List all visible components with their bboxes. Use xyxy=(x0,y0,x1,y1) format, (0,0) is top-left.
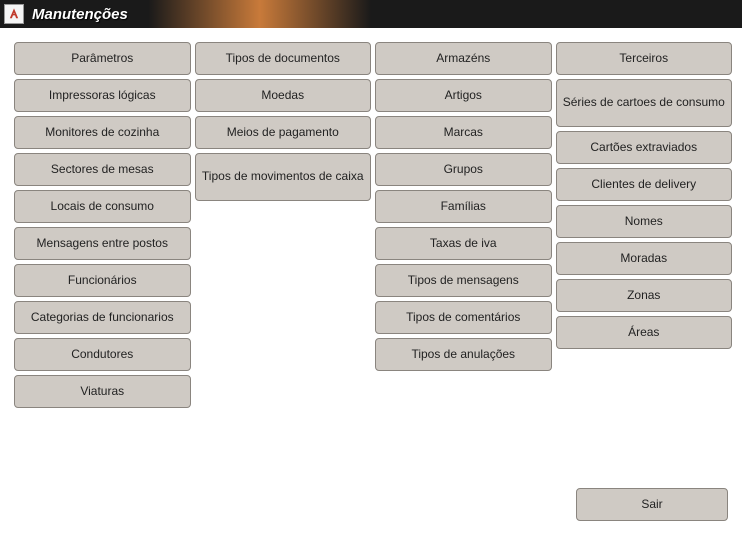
btn-familias[interactable]: Famílias xyxy=(375,190,552,223)
btn-parametros[interactable]: Parâmetros xyxy=(14,42,191,75)
btn-zonas[interactable]: Zonas xyxy=(556,279,733,312)
header-bar: Manutenções xyxy=(0,0,742,28)
btn-moradas[interactable]: Moradas xyxy=(556,242,733,275)
btn-categorias-de-funcionarios[interactable]: Categorias de funcionarios xyxy=(14,301,191,334)
btn-sectores-de-mesas[interactable]: Sectores de mesas xyxy=(14,153,191,186)
btn-tipos-de-anulacoes[interactable]: Tipos de anulações xyxy=(375,338,552,371)
btn-locais-de-consumo[interactable]: Locais de consumo xyxy=(14,190,191,223)
columns-container: Parâmetros Impressoras lógicas Monitores… xyxy=(14,42,732,408)
column-2: Tipos de documentos Moedas Meios de paga… xyxy=(195,42,372,408)
column-3: Armazéns Artigos Marcas Grupos Famílias … xyxy=(375,42,552,408)
exit-button[interactable]: Sair xyxy=(576,488,728,521)
btn-tipos-de-documentos[interactable]: Tipos de documentos xyxy=(195,42,372,75)
btn-clientes-de-delivery[interactable]: Clientes de delivery xyxy=(556,168,733,201)
btn-marcas[interactable]: Marcas xyxy=(375,116,552,149)
btn-viaturas[interactable]: Viaturas xyxy=(14,375,191,408)
btn-terceiros[interactable]: Terceiros xyxy=(556,42,733,75)
btn-monitores-de-cozinha[interactable]: Monitores de cozinha xyxy=(14,116,191,149)
btn-series-cartoes-consumo[interactable]: Séries de cartoes de consumo xyxy=(556,79,733,127)
btn-areas[interactable]: Áreas xyxy=(556,316,733,349)
btn-taxas-de-iva[interactable]: Taxas de iva xyxy=(375,227,552,260)
app-icon xyxy=(4,4,24,24)
column-4: Terceiros Séries de cartoes de consumo C… xyxy=(556,42,733,408)
content-area: Parâmetros Impressoras lógicas Monitores… xyxy=(0,28,742,539)
btn-cartoes-extraviados[interactable]: Cartões extraviados xyxy=(556,131,733,164)
btn-impressoras-logicas[interactable]: Impressoras lógicas xyxy=(14,79,191,112)
btn-condutores[interactable]: Condutores xyxy=(14,338,191,371)
btn-tipos-de-comentarios[interactable]: Tipos de comentários xyxy=(375,301,552,334)
btn-armazens[interactable]: Armazéns xyxy=(375,42,552,75)
btn-artigos[interactable]: Artigos xyxy=(375,79,552,112)
btn-grupos[interactable]: Grupos xyxy=(375,153,552,186)
btn-mensagens-entre-postos[interactable]: Mensagens entre postos xyxy=(14,227,191,260)
btn-meios-de-pagamento[interactable]: Meios de pagamento xyxy=(195,116,372,149)
btn-tipos-movimentos-caixa[interactable]: Tipos de movimentos de caixa xyxy=(195,153,372,201)
column-1: Parâmetros Impressoras lógicas Monitores… xyxy=(14,42,191,408)
page-title: Manutenções xyxy=(32,6,128,23)
btn-nomes[interactable]: Nomes xyxy=(556,205,733,238)
btn-moedas[interactable]: Moedas xyxy=(195,79,372,112)
btn-tipos-de-mensagens[interactable]: Tipos de mensagens xyxy=(375,264,552,297)
btn-funcionarios[interactable]: Funcionários xyxy=(14,264,191,297)
